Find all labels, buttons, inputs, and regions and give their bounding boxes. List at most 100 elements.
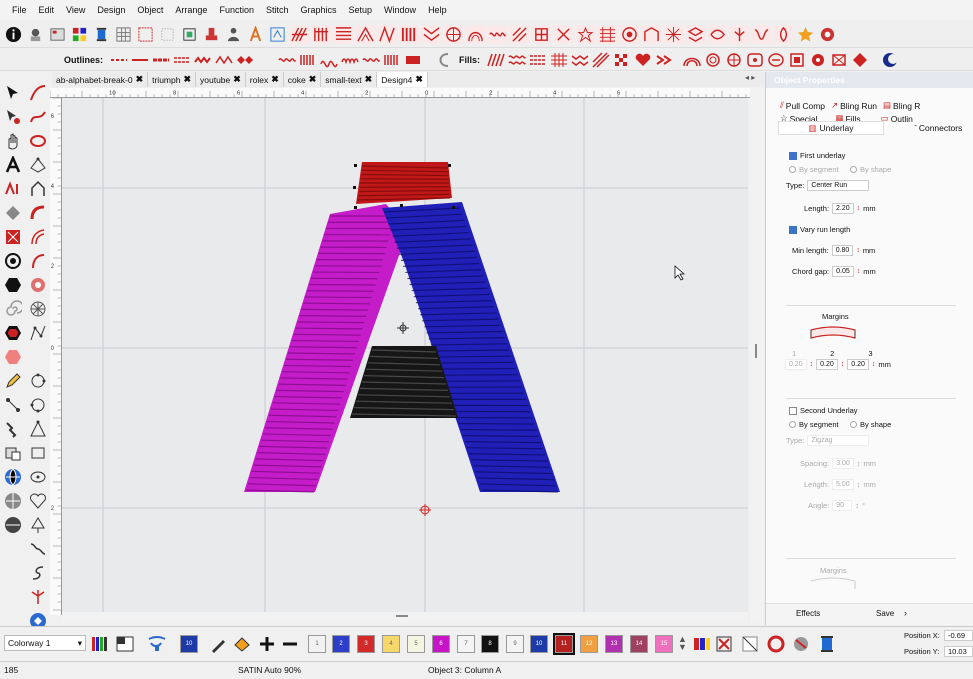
tab-underlay[interactable]: ▥ Underlay (778, 121, 884, 135)
fill-radial-icon[interactable] (725, 52, 743, 68)
checkbox-unchecked-icon[interactable] (789, 406, 797, 415)
fill-pattern-icon[interactable] (400, 24, 419, 44)
thread-manager-icon[interactable] (147, 635, 167, 653)
hoop-color-icon[interactable] (766, 635, 786, 653)
color-swatch[interactable]: 14 (630, 635, 648, 653)
fill-pattern-icon[interactable] (620, 24, 639, 44)
spinner-icon[interactable]: ↕ (857, 268, 861, 275)
wave-line-icon[interactable] (27, 539, 48, 560)
outline-loop-icon[interactable] (320, 52, 338, 68)
color-swatch[interactable]: 12 (580, 635, 598, 653)
spinner-icon[interactable]: ↕ (857, 459, 861, 468)
hexagon-icon[interactable] (2, 275, 23, 296)
menu-help[interactable]: Help (422, 0, 453, 20)
fill-zigzag-icon[interactable] (571, 52, 589, 68)
eraser-icon[interactable] (2, 443, 23, 464)
menu-design[interactable]: Design (91, 0, 131, 20)
outline-triple-icon[interactable] (173, 52, 191, 68)
fill-pattern-icon[interactable] (554, 24, 573, 44)
globe-grey-icon[interactable] (2, 491, 23, 512)
outline-zigzag-icon[interactable] (215, 52, 233, 68)
rectangle-icon[interactable] (27, 443, 48, 464)
menu-window[interactable]: Window (378, 0, 422, 20)
margin-3-input[interactable]: 0.20 (847, 359, 869, 370)
frame-icon[interactable] (180, 25, 199, 44)
outline-bean-icon[interactable] (152, 52, 170, 68)
fill-pattern-icon[interactable] (830, 52, 848, 68)
menu-graphics[interactable]: Graphics (295, 0, 343, 20)
fill-check-icon[interactable] (613, 52, 631, 68)
fill-pattern-icon[interactable] (788, 52, 806, 68)
save-button[interactable]: Save (876, 609, 894, 618)
fill-pattern-icon[interactable] (598, 24, 617, 44)
document-tab[interactable]: youtube ✖ (196, 72, 246, 87)
spool-icon[interactable] (817, 635, 837, 653)
fill-pattern-icon[interactable] (686, 24, 705, 44)
color-sort-icon[interactable] (693, 635, 711, 653)
document-tab[interactable]: Design4 ✖ (377, 72, 428, 87)
menu-arrange[interactable]: Arrange (169, 0, 213, 20)
effects-button[interactable]: Effects (796, 609, 820, 618)
fill-spiral-icon[interactable] (704, 52, 722, 68)
text-tool-icon[interactable] (246, 25, 265, 44)
fill-pattern-icon[interactable] (746, 52, 764, 68)
no-color-icon[interactable] (741, 635, 759, 653)
horizontal-scroll-thumb[interactable] (396, 615, 408, 617)
outline-bars-icon[interactable] (299, 52, 317, 68)
spinner-icon[interactable]: ↕ (841, 361, 845, 368)
fill-pattern-icon[interactable] (809, 52, 827, 68)
color-swatch[interactable]: 11 (553, 633, 575, 655)
fill-pattern-icon[interactable] (510, 24, 529, 44)
color-swatch[interactable]: 13 (605, 635, 623, 653)
sphere-icon[interactable] (791, 635, 811, 653)
select-arrow-icon[interactable] (2, 83, 23, 104)
hand-icon[interactable] (2, 131, 23, 152)
first-underlay-checkbox[interactable]: First underlay (789, 151, 845, 160)
hexagon-red-icon[interactable] (2, 323, 23, 344)
satin-column-icon[interactable] (27, 227, 48, 248)
outline-curve-icon[interactable] (27, 251, 48, 272)
branch-icon[interactable] (27, 587, 48, 608)
fill-pattern-icon[interactable] (774, 24, 793, 44)
menu-view[interactable]: View (60, 0, 91, 20)
color-swatch[interactable]: 8 (481, 635, 499, 653)
fill-wave-icon[interactable] (508, 52, 526, 68)
outline-run-icon[interactable] (131, 52, 149, 68)
vertical-scrollbar[interactable] (750, 88, 763, 623)
spinner-icon[interactable]: ↕ (810, 361, 814, 368)
outline-diamond-icon[interactable] (236, 52, 254, 68)
fill-pattern-icon[interactable] (466, 24, 485, 44)
ellipse-icon[interactable] (27, 467, 48, 488)
hexagon-pink-icon[interactable] (2, 347, 23, 368)
alpha-tool-icon[interactable] (2, 179, 23, 200)
spiral-icon[interactable] (2, 299, 23, 320)
fill-pattern-icon[interactable] (730, 24, 749, 44)
chord-gap-input[interactable]: 0.05 (832, 266, 854, 277)
globe-dark-icon[interactable] (2, 515, 23, 536)
crescent-icon[interactable] (881, 52, 899, 68)
type2-select[interactable]: Zigzag (807, 435, 870, 446)
angle-input[interactable]: 90 (832, 500, 853, 511)
close-icon[interactable]: ✖ (136, 74, 144, 85)
star-icon[interactable] (796, 25, 815, 44)
current-color-swatch[interactable]: 10 (180, 635, 198, 653)
menu-object[interactable]: Object (131, 0, 169, 20)
checkbox-checked-icon[interactable] (789, 225, 797, 234)
radio-by-segment[interactable]: By segment (789, 165, 839, 174)
close-icon[interactable]: ✖ (365, 74, 373, 85)
color-swatch[interactable]: 10 (530, 635, 548, 653)
spinner-icon[interactable]: ↕ (855, 501, 859, 510)
remove-color-icon[interactable] (281, 635, 299, 653)
position-y-input[interactable]: 10.03 (944, 646, 973, 657)
star-burst-icon[interactable] (27, 299, 48, 320)
document-tab[interactable]: coke ✖ (283, 72, 322, 87)
grid-icon[interactable] (114, 25, 133, 44)
fill-pattern-icon[interactable] (664, 24, 683, 44)
spacing-input[interactable]: 3.00 (832, 458, 854, 469)
fill-arc-icon[interactable] (683, 52, 701, 68)
background-color-icon[interactable] (115, 635, 135, 653)
fill-red-icon[interactable] (2, 227, 23, 248)
vertical-scroll-thumb[interactable] (755, 344, 757, 358)
curve-tool-icon[interactable] (434, 52, 452, 68)
margin-2-input[interactable]: 0.20 (816, 359, 838, 370)
